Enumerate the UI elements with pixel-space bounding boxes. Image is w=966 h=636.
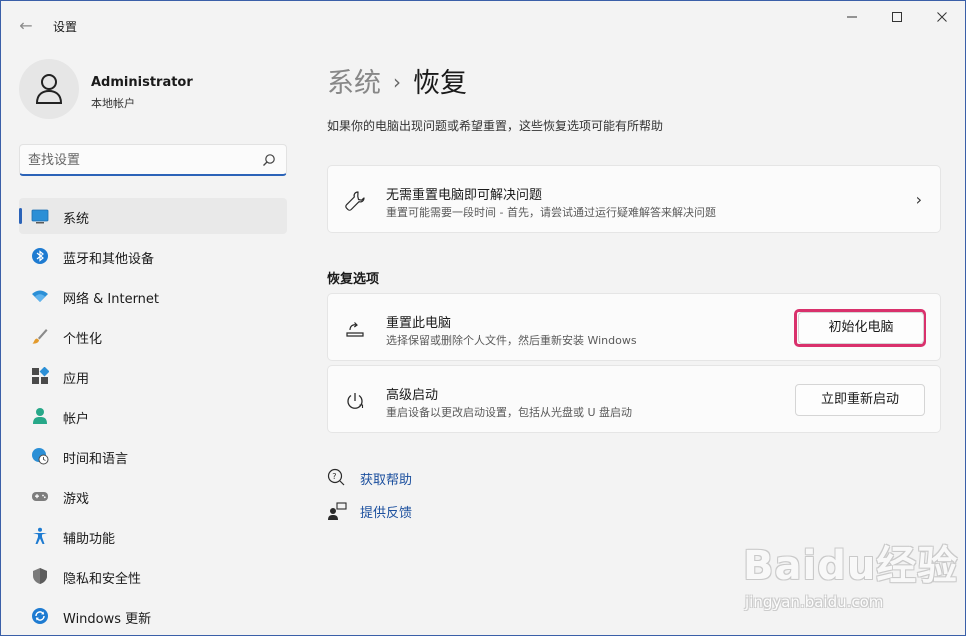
sidebar-item-system[interactable]: 系统 (19, 198, 287, 234)
sidebar-item-bluetooth[interactable]: 蓝牙和其他设备 (19, 238, 287, 274)
close-icon (937, 12, 947, 22)
apps-icon (32, 367, 49, 384)
sidebar-item-accessibility[interactable]: 辅助功能 (19, 518, 287, 554)
minimize-button[interactable] (829, 7, 875, 33)
search-input[interactable] (28, 150, 253, 170)
maximize-icon (892, 12, 902, 22)
breadcrumb-separator: › (393, 70, 401, 94)
sidebar-item-label: 游戏 (63, 492, 90, 507)
troubleshoot-subtitle: 重置可能需要一段时间 - 首先，请尝试通过运行疑难解答来解决问题 (386, 206, 716, 219)
brush-icon (32, 329, 48, 344)
settings-window: ← 设置 Administrator 本地帐户 查找设置 系统 蓝牙和其他设备 … (0, 0, 966, 636)
sidebar-item-accounts[interactable]: 帐户 (19, 398, 287, 434)
person-icon (33, 408, 47, 424)
advanced-startup-card: 高级启动 重启设备以更改启动设置，包括从光盘或 U 盘启动 立即重新启动 (327, 365, 941, 433)
troubleshoot-card[interactable]: 无需重置电脑即可解决问题 重置可能需要一段时间 - 首先，请尝试通过运行疑难解答… (327, 165, 941, 233)
sidebar-item-windows-update[interactable]: Windows 更新 (19, 598, 287, 634)
svg-text:?: ? (332, 472, 336, 481)
sidebar-item-label: 帐户 (63, 412, 90, 427)
update-icon (32, 608, 48, 624)
gamepad-icon (32, 492, 48, 501)
sidebar-item-label: 网络 & Internet (63, 292, 160, 307)
section-heading: 恢复选项 (327, 272, 380, 287)
globe-clock-icon (32, 448, 49, 465)
watermark-logo: Baidu经验 (743, 543, 959, 589)
page-description: 如果你的电脑出现问题或希望重置，这些恢复选项可能有所帮助 (327, 119, 664, 133)
sidebar-item-network[interactable]: 网络 & Internet (19, 278, 287, 314)
search-icon[interactable] (262, 153, 276, 167)
sidebar-item-privacy[interactable]: 隐私和安全性 (19, 558, 287, 594)
power-restart-icon (347, 393, 364, 409)
sidebar-item-label: 蓝牙和其他设备 (63, 252, 155, 267)
sidebar-item-label: Windows 更新 (63, 612, 152, 627)
app-title: 设置 (53, 20, 78, 34)
get-help-label[interactable]: 获取帮助 (360, 469, 412, 488)
person-icon (35, 74, 63, 104)
wrench-icon (345, 191, 365, 211)
page-title: 恢复 (413, 68, 467, 99)
feedback-label[interactable]: 提供反馈 (360, 502, 412, 521)
reset-pc-title: 重置此电脑 (386, 316, 452, 331)
sidebar-item-label: 应用 (63, 372, 90, 387)
wifi-icon (32, 290, 48, 302)
user-name: Administrator (91, 75, 193, 90)
minimize-icon (847, 16, 857, 18)
sidebar-item-label: 系统 (63, 212, 90, 227)
account-type: 本地帐户 (91, 97, 135, 110)
advanced-startup-subtitle: 重启设备以更改启动设置，包括从光盘或 U 盘启动 (386, 406, 633, 419)
reset-pc-card: 重置此电脑 选择保留或删除个人文件，然后重新安装 Windows 初始化电脑 (327, 293, 941, 361)
search-box[interactable] (19, 144, 287, 176)
sidebar-item-label: 时间和语言 (63, 452, 129, 467)
back-arrow-icon[interactable]: ← (13, 13, 39, 39)
sidebar-item-gaming[interactable]: 游戏 (19, 478, 287, 514)
breadcrumb-parent[interactable]: 系统 (327, 68, 381, 99)
feedback-icon (328, 502, 347, 520)
watermark-url: jingyan.baidu.com (745, 593, 884, 611)
restart-now-button[interactable]: 立即重新启动 (795, 384, 925, 416)
sidebar-item-label: 个性化 (63, 332, 103, 347)
sidebar-nav: 系统 蓝牙和其他设备 网络 & Internet 个性化 应用 帐户 时间和语言… (19, 198, 287, 635)
user-profile[interactable]: Administrator 本地帐户 (19, 59, 299, 123)
sidebar-item-time-language[interactable]: 时间和语言 (19, 438, 287, 474)
sidebar-item-apps[interactable]: 应用 (19, 358, 287, 394)
close-button[interactable] (919, 7, 965, 33)
chevron-right-icon[interactable]: › (916, 190, 922, 209)
monitor-icon (31, 209, 49, 224)
troubleshoot-title: 无需重置电脑即可解决问题 (386, 188, 543, 203)
advanced-startup-title: 高级启动 (386, 388, 439, 403)
help-icon: ? (327, 468, 345, 486)
sidebar-item-label: 隐私和安全性 (63, 572, 142, 587)
reset-pc-subtitle: 选择保留或删除个人文件，然后重新安装 Windows (386, 334, 637, 347)
bluetooth-icon (32, 248, 48, 264)
accessibility-icon (33, 527, 47, 544)
shield-icon (33, 568, 47, 584)
reset-pc-icon (346, 322, 364, 337)
sidebar-item-personalization[interactable]: 个性化 (19, 318, 287, 354)
avatar[interactable] (19, 59, 79, 119)
baidu-watermark: Baidu经验 jingyan.baidu.com (739, 529, 959, 629)
title-bar: ← 设置 (1, 1, 965, 49)
reset-pc-button[interactable]: 初始化电脑 (798, 312, 924, 344)
sidebar-item-label: 辅助功能 (63, 532, 116, 547)
maximize-button[interactable] (874, 7, 920, 33)
breadcrumb: 系统 › 恢复 (327, 61, 467, 100)
